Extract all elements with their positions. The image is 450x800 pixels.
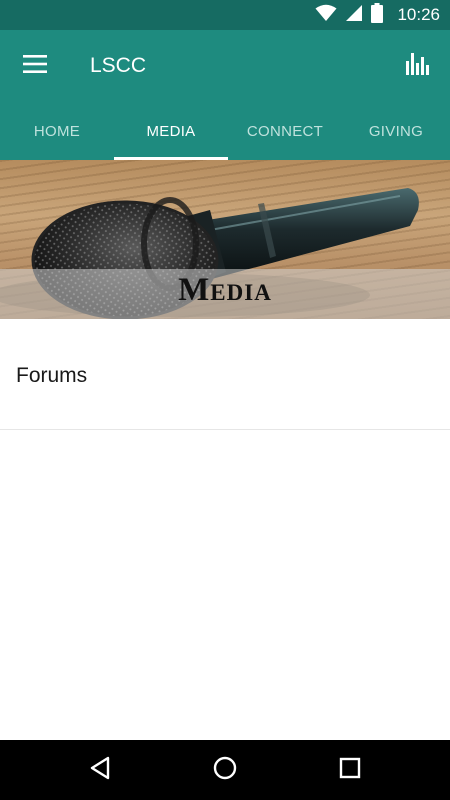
app-title: LSCC: [90, 54, 147, 77]
recents-icon: [339, 757, 361, 784]
list-item-label: Forums: [16, 364, 88, 387]
wifi-icon: [315, 4, 337, 27]
tab-home[interactable]: HOME: [0, 102, 114, 160]
status-icons: 10:26: [315, 0, 440, 30]
menu-button[interactable]: [14, 48, 56, 84]
battery-icon: [371, 2, 384, 28]
recents-button[interactable]: [330, 752, 370, 788]
tab-bar: HOME MEDIA CONNECT GIVING: [0, 102, 450, 160]
back-icon: [89, 756, 111, 785]
nav-bar: [0, 740, 450, 800]
back-button[interactable]: [80, 752, 120, 788]
cell-signal-icon: [345, 4, 363, 27]
tab-giving[interactable]: GIVING: [342, 102, 450, 160]
status-bar: 10:26: [0, 0, 450, 30]
home-icon: [213, 756, 237, 785]
list-item-forums[interactable]: Forums: [0, 319, 450, 430]
bar-chart-icon: [406, 52, 430, 80]
home-button[interactable]: [205, 752, 245, 788]
app-bar: LSCC: [0, 30, 450, 102]
banner-caption: Media: [178, 272, 272, 308]
hamburger-menu-icon: [23, 54, 47, 78]
media-banner: Media: [0, 160, 450, 319]
status-time: 10:26: [397, 5, 440, 24]
tab-media[interactable]: MEDIA: [114, 102, 228, 160]
tab-connect[interactable]: CONNECT: [228, 102, 342, 160]
stats-button[interactable]: [398, 48, 438, 84]
